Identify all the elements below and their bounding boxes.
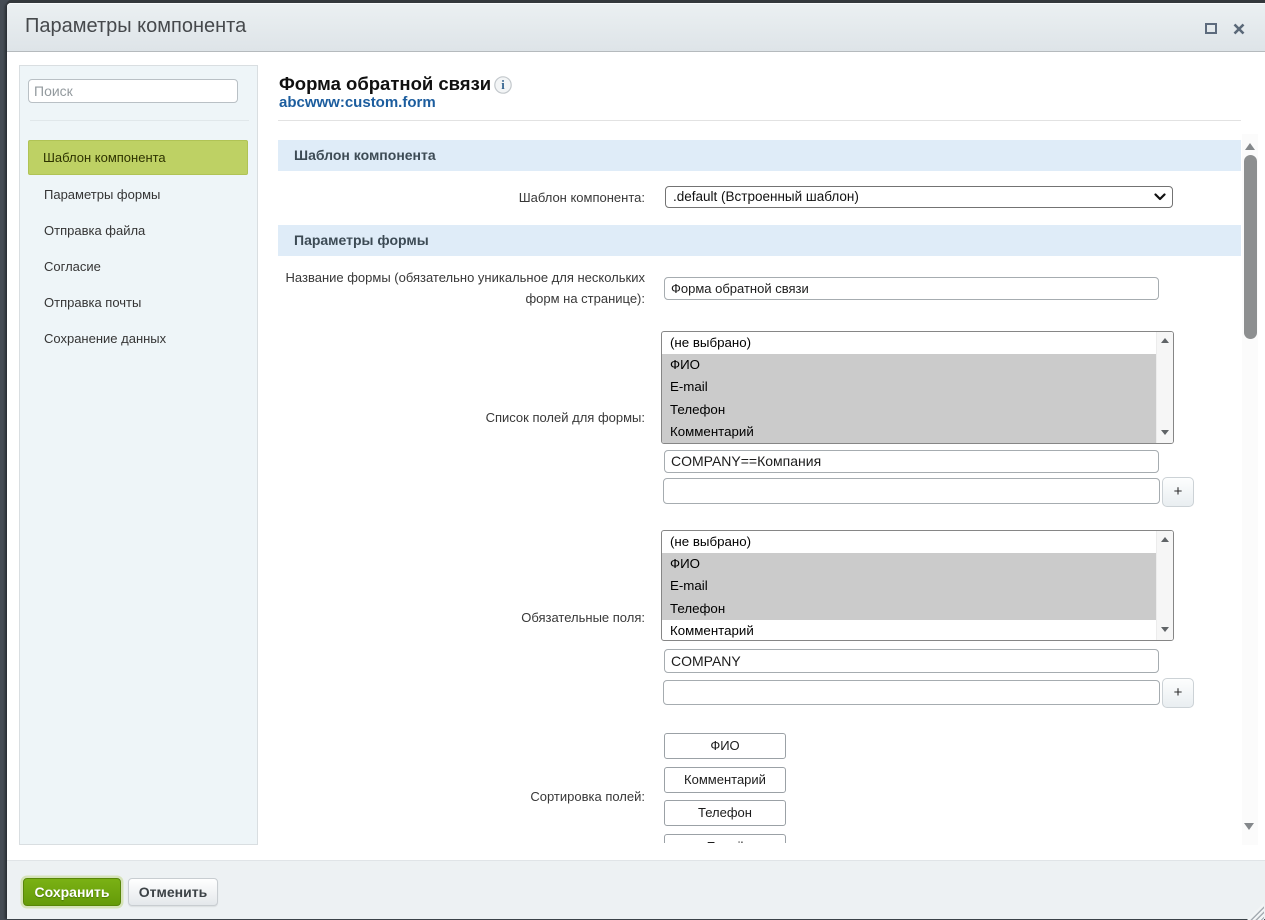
svg-text:i: i [501,78,505,92]
